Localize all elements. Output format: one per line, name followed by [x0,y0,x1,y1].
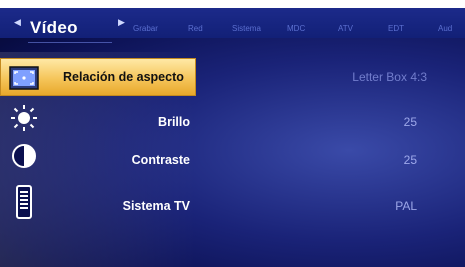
setting-value: PAL [395,199,417,213]
active-tab-underline [28,42,112,43]
setting-value: Letter Box 4:3 [352,70,427,84]
screen-bezel [0,0,465,8]
tab-aud[interactable]: Aud [438,24,452,33]
brightness-icon [6,102,42,134]
setting-label: Sistema TV [122,199,190,213]
tab-atv[interactable]: ATV [338,24,353,33]
tab-grabar[interactable]: Grabar [133,24,158,33]
tab-bar: ◀ Vídeo ▶ Grabar Red Sistema MDC ATV EDT… [0,8,465,43]
setting-value: 25 [403,153,417,167]
setting-label: Brillo [158,115,190,129]
tab-red[interactable]: Red [188,24,203,33]
setting-row-sistema-tv[interactable]: Sistema TV PAL [0,185,465,226]
setting-row-contraste[interactable]: Contraste 25 [0,140,465,180]
tv-system-icon [6,185,42,219]
setting-value: 25 [403,115,417,129]
setting-row-brillo[interactable]: Brillo 25 [0,102,465,142]
contrast-icon [6,140,42,172]
setting-label: Contraste [131,153,190,167]
tab-sistema[interactable]: Sistema [232,24,261,33]
tab-video[interactable]: Vídeo [30,18,78,38]
tab-next-arrow-icon[interactable]: ▶ [118,18,125,28]
setting-value-row-aspect: Letter Box 4:3 [0,57,465,97]
tab-mdc[interactable]: MDC [287,24,305,33]
tab-edt[interactable]: EDT [388,24,404,33]
tab-prev-arrow-icon[interactable]: ◀ [14,18,21,28]
